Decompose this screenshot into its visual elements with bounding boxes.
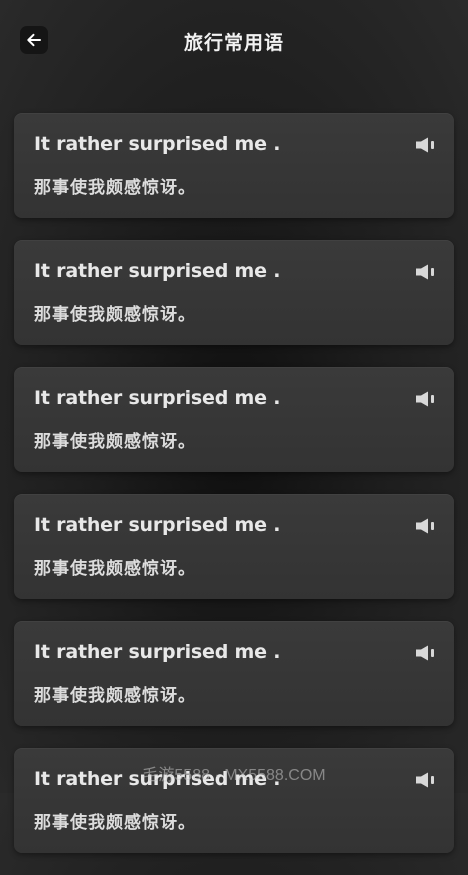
phrase-english: It rather surprised me . [34, 514, 281, 536]
speaker-icon[interactable] [414, 516, 438, 536]
phrase-card[interactable]: It rather surprised me . 那事使我颇感惊讶。 [14, 367, 454, 472]
phrase-chinese: 那事使我颇感惊讶。 [34, 813, 196, 833]
phrase-chinese: 那事使我颇感惊讶。 [34, 178, 196, 198]
phrase-chinese: 那事使我颇感惊讶。 [34, 686, 196, 706]
phrase-english: It rather surprised me . [34, 387, 281, 409]
phrase-card[interactable]: It rather surprised me . 那事使我颇感惊讶。 [14, 494, 454, 599]
speaker-icon[interactable] [414, 262, 438, 282]
speaker-icon[interactable] [414, 643, 438, 663]
speaker-icon[interactable] [414, 389, 438, 409]
phrase-chinese: 那事使我颇感惊讶。 [34, 432, 196, 452]
phrase-card[interactable]: It rather surprised me . 那事使我颇感惊讶。 [14, 240, 454, 345]
app-header: 旅行常用语 [0, 0, 468, 80]
phrase-chinese: 那事使我颇感惊讶。 [34, 559, 196, 579]
phrase-english: It rather surprised me . [34, 260, 281, 282]
phrase-card[interactable]: It rather surprised me . 那事使我颇感惊讶。 [14, 621, 454, 726]
phrase-english: It rather surprised me . [34, 133, 281, 155]
phrase-english: It rather surprised me . [34, 641, 281, 663]
speaker-icon[interactable] [414, 135, 438, 155]
phrase-card[interactable]: It rather surprised me . 那事使我颇感惊讶。 [14, 113, 454, 218]
page-title: 旅行常用语 [183, 32, 284, 54]
phrase-chinese: 那事使我颇感惊讶。 [34, 305, 196, 325]
watermark-text: 毛游5588 · MX5588.COM [142, 767, 326, 784]
